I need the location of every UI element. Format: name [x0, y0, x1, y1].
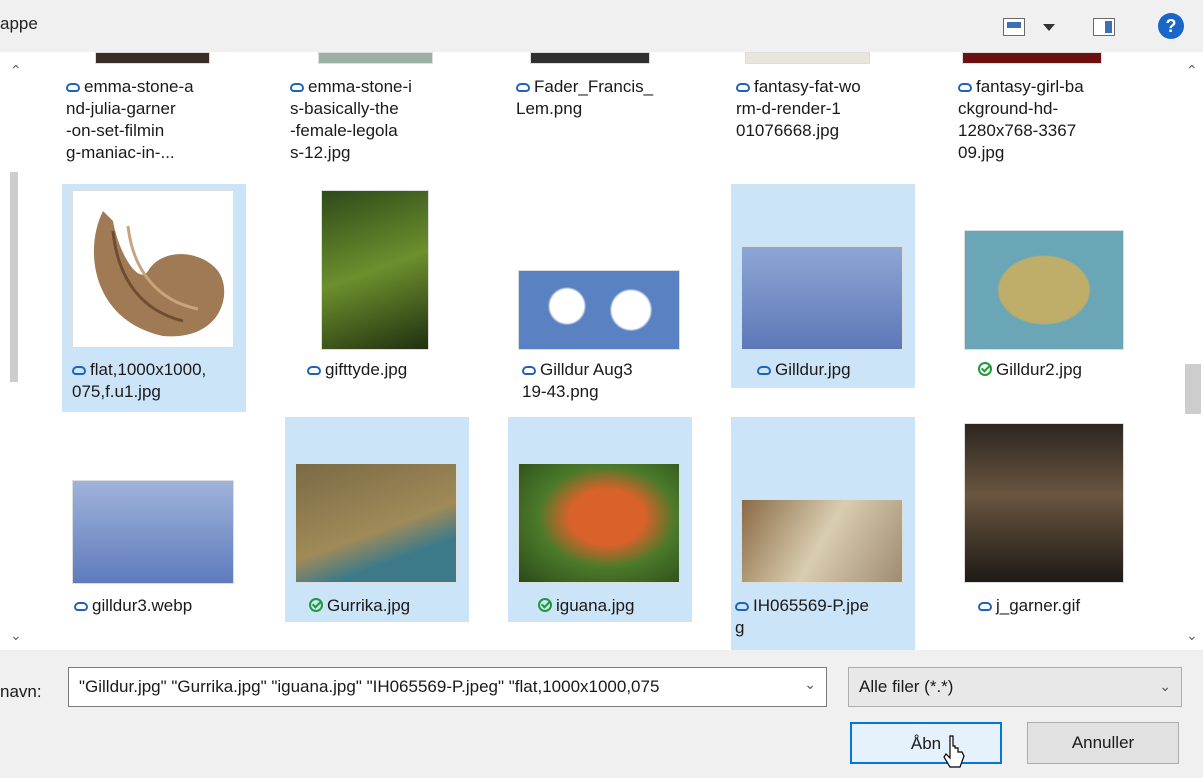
cloud-icon	[757, 366, 771, 375]
file-name: flat,1000x1000, 075,f.u1.jpg	[72, 360, 207, 401]
file-type-value: Alle filer (*.*)	[859, 677, 954, 696]
cloud-icon	[978, 602, 992, 611]
scroll-up-icon[interactable]: ⌃	[10, 62, 22, 79]
thumbnail	[95, 52, 210, 64]
synced-check-icon	[538, 598, 552, 612]
cloud-icon	[736, 83, 750, 92]
file-item[interactable]: iguana.jpg	[508, 417, 692, 622]
file-name: emma-stone-a nd-julia-garner -on-set-fil…	[66, 77, 194, 162]
scroll-up-icon[interactable]: ⌃	[1186, 62, 1198, 79]
dialog-footer: navn: "Gilldur.jpg" "Gurrika.jpg" "iguan…	[0, 650, 1203, 778]
file-type-select[interactable]: Alle filer (*.*) ⌄	[848, 667, 1182, 707]
view-dropdown-icon[interactable]	[1043, 24, 1055, 31]
thumbnail	[741, 246, 903, 350]
worm-image	[93, 211, 225, 337]
file-item[interactable]: fantasy-girl-ba ckground-hd- 1280x768-33…	[958, 72, 1142, 184]
thumbnail	[964, 230, 1124, 350]
filename-input[interactable]: "Gilldur.jpg" "Gurrika.jpg" "iguana.jpg"…	[68, 667, 827, 707]
file-name: gifttyde.jpg	[325, 360, 408, 379]
file-name: Gilldur2.jpg	[996, 360, 1082, 379]
file-item[interactable]: fantasy-fat-wo rm-d-render-1 01076668.jp…	[736, 72, 920, 156]
breadcrumb[interactable]: appe	[0, 14, 38, 34]
thumbnail	[518, 463, 680, 583]
file-item[interactable]: Gilldur Aug3 19-43.png	[508, 184, 692, 412]
file-item[interactable]: emma-stone-a nd-julia-garner -on-set-fil…	[66, 72, 250, 184]
thumbnail	[321, 190, 429, 350]
left-scrollbar[interactable]: ⌃ ⌄	[0, 52, 30, 650]
file-name: gilldur3.webp	[92, 596, 193, 615]
thumbnail	[745, 52, 870, 64]
file-item[interactable]: gilldur3.webp	[62, 417, 246, 637]
file-item[interactable]: Gilldur2.jpg	[954, 184, 1138, 412]
file-item[interactable]: Gurrika.jpg	[285, 417, 469, 622]
file-name: fantasy-fat-wo rm-d-render-1 01076668.jp…	[736, 77, 861, 140]
thumbnail	[72, 480, 234, 584]
file-name: emma-stone-i s-basically-the -female-leg…	[290, 77, 412, 162]
thumbnail	[72, 190, 234, 348]
thumbnail	[318, 52, 433, 64]
file-item[interactable]: gifttyde.jpg	[285, 184, 469, 412]
filename-label: navn:	[0, 682, 42, 701]
file-name: Gilldur.jpg	[775, 360, 851, 379]
scroll-thumb[interactable]	[10, 172, 18, 382]
cloud-icon	[958, 83, 972, 92]
file-name: Gurrika.jpg	[327, 596, 411, 615]
file-name: j_garner.gif	[996, 596, 1081, 615]
cancel-button[interactable]: Annuller	[1027, 722, 1179, 764]
change-view-icon[interactable]	[1003, 18, 1025, 36]
thumbnail	[962, 52, 1102, 64]
cloud-icon	[72, 366, 86, 375]
open-button[interactable]: Åbn	[850, 722, 1002, 764]
file-name: Gilldur Aug3 19-43.png	[522, 360, 633, 401]
thumbnail	[530, 52, 650, 64]
file-item[interactable]: j_garner.gif	[954, 417, 1138, 637]
mouse-cursor-icon	[943, 735, 965, 768]
thumbnail	[964, 423, 1124, 583]
filename-value[interactable]: "Gilldur.jpg" "Gurrika.jpg" "iguana.jpg"…	[79, 677, 804, 697]
scroll-thumb[interactable]	[1185, 364, 1201, 414]
help-icon[interactable]: ?	[1158, 13, 1184, 39]
cloud-icon	[735, 602, 749, 611]
cloud-icon	[516, 83, 530, 92]
preview-pane-icon[interactable]	[1093, 18, 1115, 36]
file-name: Fader_Francis_ Lem.png	[516, 77, 654, 118]
file-name: IH065569-P.jpe g	[735, 596, 869, 637]
file-item[interactable]: Gilldur.jpg	[731, 184, 915, 388]
file-grid: emma-stone-a nd-julia-garner -on-set-fil…	[0, 52, 1203, 650]
chevron-down-icon[interactable]: ⌄	[1159, 678, 1171, 695]
cloud-icon	[74, 602, 88, 611]
synced-check-icon	[309, 598, 323, 612]
right-scrollbar[interactable]: ⌃ ⌄	[1182, 52, 1203, 650]
thumbnail	[741, 499, 903, 583]
cloud-icon	[522, 366, 536, 375]
file-item[interactable]: Fader_Francis_ Lem.png	[516, 72, 700, 132]
file-item[interactable]: IH065569-P.jpe g	[731, 417, 915, 650]
cloud-icon	[307, 366, 321, 375]
thumbnail	[518, 270, 680, 350]
file-item[interactable]: emma-stone-i s-basically-the -female-leg…	[290, 72, 474, 184]
file-name: iguana.jpg	[556, 596, 635, 615]
cloud-icon	[66, 83, 80, 92]
thumbnail	[295, 463, 457, 583]
cloud-icon	[290, 83, 304, 92]
scroll-down-icon[interactable]: ⌄	[1186, 627, 1198, 644]
file-name: fantasy-girl-ba ckground-hd- 1280x768-33…	[958, 77, 1084, 162]
file-item[interactable]: flat,1000x1000, 075,f.u1.jpg	[62, 184, 246, 412]
synced-check-icon	[978, 362, 992, 376]
chevron-down-icon[interactable]: ⌄	[804, 676, 816, 693]
toolbar: appe ?	[0, 0, 1203, 52]
scroll-down-icon[interactable]: ⌄	[10, 627, 22, 644]
